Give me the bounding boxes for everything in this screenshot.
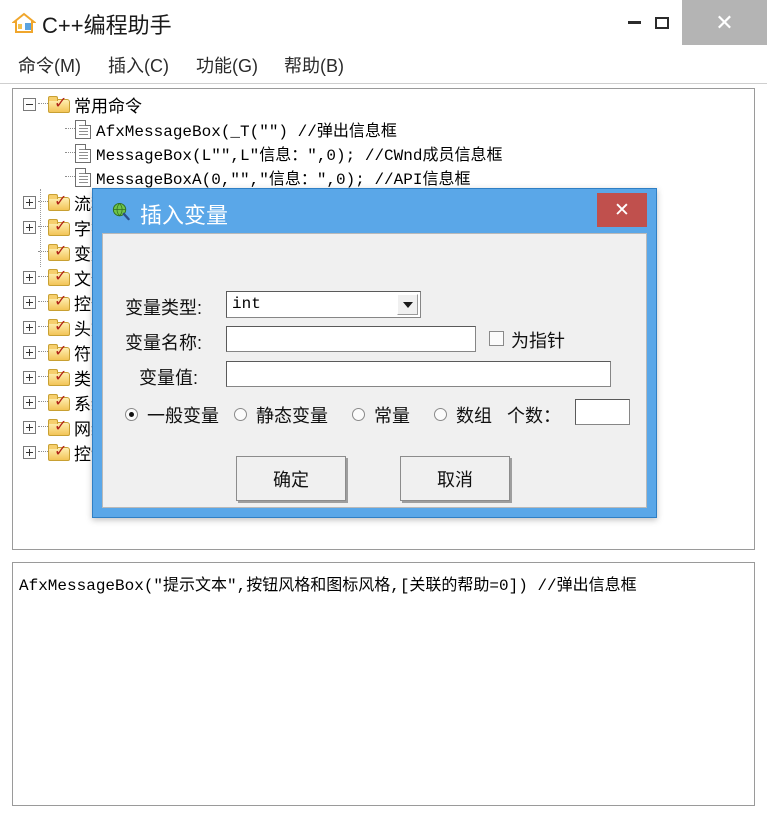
tree-dotline	[38, 276, 48, 278]
minimize-icon	[628, 21, 641, 24]
tree-node-label: MessageBox(L"",L"信息：",0); //CWnd成员信息框	[96, 147, 503, 165]
variable-type-select[interactable]: int	[226, 291, 421, 318]
folder-checked-icon: ✓	[48, 267, 70, 286]
expand-icon[interactable]	[23, 320, 36, 334]
count-input[interactable]	[575, 399, 630, 425]
folder-checked-icon: ✓	[48, 94, 70, 113]
folder-checked-icon: ✓	[48, 317, 70, 336]
tree-dotline	[38, 103, 48, 105]
menu-bar: 命令(M) 插入(C) 功能(G) 帮助(B)	[0, 45, 767, 84]
tree-leaf-afxmessagebox[interactable]: AfxMessageBox(_T("") //弹出信息框	[65, 117, 397, 141]
house-icon	[12, 12, 36, 33]
ok-button-label: 确定	[273, 469, 309, 490]
tree-dotline	[38, 351, 48, 353]
close-icon: ✕	[715, 9, 734, 35]
tree-node-label: AfxMessageBox(_T("") //弹出信息框	[96, 123, 397, 141]
tree-dotline	[38, 326, 48, 328]
expand-icon[interactable]	[23, 370, 36, 384]
radio-static-variable[interactable]	[234, 408, 247, 421]
expand-icon[interactable]	[23, 220, 36, 234]
cancel-button-label: 取消	[437, 469, 473, 490]
tree-leaf-messagebox[interactable]: MessageBox(L"",L"信息：",0); //CWnd成员信息框	[65, 141, 502, 165]
tree-dotline	[38, 426, 48, 428]
folder-checked-icon: ✓	[48, 292, 70, 311]
main-window: C++编程助手 ✕ 命令(M) 插入(C) 功能(G) 帮助(B) ✓ 常用命令	[0, 0, 767, 818]
folder-checked-icon: ✓	[48, 242, 70, 261]
is-pointer-checkbox[interactable]	[489, 331, 504, 346]
ok-button[interactable]: 确定	[236, 456, 346, 501]
variable-type-label: 变量类型:	[125, 298, 203, 318]
folder-checked-icon: ✓	[48, 392, 70, 411]
window-title: C++编程助手	[42, 13, 172, 38]
radio-normal-variable[interactable]	[125, 408, 138, 421]
output-panel[interactable]: AfxMessageBox("提示文本",按钮风格和图标风格,[关联的帮助=0]…	[12, 562, 755, 806]
expand-icon[interactable]	[23, 270, 36, 284]
tree-node-label: MessageBoxA(0,"","信息：",0); //API信息框	[96, 171, 471, 189]
menu-command[interactable]: 命令(M)	[18, 52, 81, 78]
variable-type-value: int	[232, 295, 261, 313]
tree-node-common-commands[interactable]: ✓ 常用命令	[23, 92, 142, 116]
tree-node-label: 常用命令	[74, 96, 142, 116]
expand-icon[interactable]	[23, 445, 36, 459]
expand-icon[interactable]	[23, 195, 36, 209]
radio-array[interactable]	[434, 408, 447, 421]
tree-node-class[interactable]: ✓ 类	[23, 365, 91, 389]
folder-checked-icon: ✓	[48, 417, 70, 436]
tree-dotline	[38, 201, 48, 203]
dialog-close-button[interactable]: ✕	[597, 193, 647, 227]
menu-help[interactable]: 帮助(B)	[284, 52, 344, 78]
close-button[interactable]: ✕	[682, 0, 767, 45]
tree-dotline	[38, 401, 48, 403]
radio-normal-variable-label: 一般变量	[147, 406, 219, 426]
variable-name-label: 变量名称:	[125, 333, 203, 353]
tree-dotline	[65, 128, 75, 130]
title-bar: C++编程助手 ✕	[0, 0, 767, 46]
dialog-title-bar[interactable]: 插入变量 ✕	[93, 189, 656, 233]
dialog-title: 插入变量	[140, 203, 229, 228]
globe-search-icon	[112, 202, 130, 221]
folder-checked-icon: ✓	[48, 342, 70, 361]
chevron-down-icon[interactable]	[397, 294, 418, 315]
tree-node-label: 类	[74, 369, 91, 389]
radio-static-variable-label: 静态变量	[256, 406, 328, 426]
folder-checked-icon: ✓	[48, 192, 70, 211]
cancel-button[interactable]: 取消	[400, 456, 510, 501]
menu-function[interactable]: 功能(G)	[196, 52, 258, 78]
tree-dotline	[38, 301, 48, 303]
collapse-icon[interactable]	[23, 97, 36, 111]
maximize-icon	[655, 16, 669, 29]
radio-constant[interactable]	[352, 408, 365, 421]
radio-constant-label: 常量	[374, 406, 410, 426]
variable-value-label: 变量值:	[139, 368, 199, 388]
tree-dotline	[38, 226, 48, 228]
dialog-body: 变量类型: int 变量名称: 为指针 变量值: 一般变量 静态变量 常量 数组…	[102, 233, 647, 508]
output-text: AfxMessageBox("提示文本",按钮风格和图标风格,[关联的帮助=0]…	[19, 577, 637, 595]
folder-checked-icon: ✓	[48, 217, 70, 236]
expand-icon[interactable]	[23, 345, 36, 359]
folder-checked-icon: ✓	[48, 442, 70, 461]
variable-value-input[interactable]	[226, 361, 611, 387]
count-label: 个数：	[507, 406, 561, 426]
maximize-button[interactable]	[642, 0, 682, 45]
tree-dotline	[38, 376, 48, 378]
document-icon	[75, 167, 91, 187]
folder-checked-icon: ✓	[48, 367, 70, 386]
radio-array-label: 数组	[456, 406, 492, 426]
insert-variable-dialog: 插入变量 ✕ 变量类型: int 变量名称: 为指针 变量值: 一般变量 静态变…	[92, 188, 657, 518]
tree-dotline	[38, 451, 48, 453]
tree-dotline	[65, 176, 75, 178]
tree-dotline	[38, 251, 48, 253]
expand-icon[interactable]	[23, 420, 36, 434]
expand-icon[interactable]	[23, 295, 36, 309]
tree-leaf-messageboxa[interactable]: MessageBoxA(0,"","信息：",0); //API信息框	[65, 165, 470, 189]
close-icon: ✕	[614, 199, 630, 221]
document-icon	[75, 119, 91, 139]
is-pointer-label: 为指针	[511, 331, 565, 351]
tree-dotline	[65, 152, 75, 154]
variable-name-input[interactable]	[226, 326, 476, 352]
document-icon	[75, 143, 91, 163]
menu-insert[interactable]: 插入(C)	[108, 52, 169, 78]
expand-icon[interactable]	[23, 395, 36, 409]
